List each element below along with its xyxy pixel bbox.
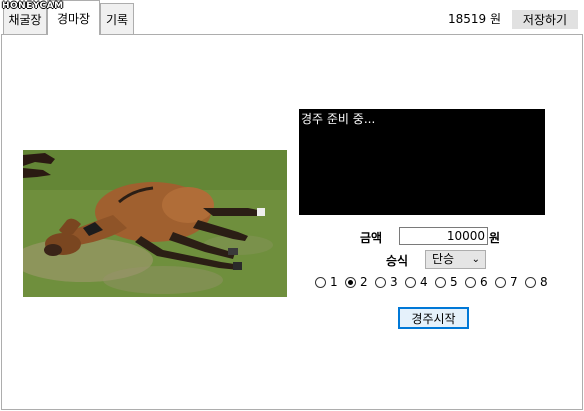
radio-circle-icon — [405, 276, 416, 288]
bet-type-select[interactable]: 단승 ⌄ — [425, 250, 486, 269]
horse-radio-label: 1 — [330, 275, 338, 289]
tab-records[interactable]: 기록 — [100, 3, 134, 34]
bet-type-value: 단승 — [432, 252, 455, 266]
horse-radio-label: 3 — [390, 275, 398, 289]
bet-type-label: 승식 — [386, 254, 409, 268]
horse-radio-label: 8 — [540, 275, 548, 289]
tab-horse-racing-label: 경마장 — [56, 11, 91, 26]
radio-circle-icon — [375, 276, 386, 288]
horse-radio-5[interactable]: 5 — [435, 275, 458, 289]
save-button[interactable]: 저장하기 — [512, 10, 578, 29]
horse-lying-image — [23, 150, 287, 297]
horse-radio-8[interactable]: 8 — [525, 275, 548, 289]
amount-unit: 원 — [489, 231, 501, 245]
horse-radio-6[interactable]: 6 — [465, 275, 488, 289]
race-status-text: 경주 준비 중... — [301, 112, 376, 126]
horse-radio-label: 7 — [510, 275, 518, 289]
horse-radio-label: 6 — [480, 275, 488, 289]
money-display: 18519 원 — [448, 12, 502, 26]
horse-radio-3[interactable]: 3 — [375, 275, 398, 289]
horse-radio-label: 2 — [360, 275, 368, 289]
radio-circle-icon — [495, 276, 506, 288]
amount-input[interactable] — [399, 227, 488, 245]
radio-circle-icon — [465, 276, 476, 288]
radio-circle-icon — [435, 276, 446, 288]
horse-radio-4[interactable]: 4 — [405, 275, 428, 289]
tab-records-label: 기록 — [105, 12, 129, 27]
radio-circle-icon — [525, 276, 536, 288]
horse-radio-2[interactable]: 2 — [345, 275, 368, 289]
start-race-button[interactable]: 경주시작 — [398, 307, 469, 329]
tab-mining-label: 채굴장 — [8, 12, 42, 27]
horse-radio-label: 5 — [450, 275, 458, 289]
chevron-down-icon: ⌄ — [471, 254, 480, 265]
watermark: HONEYCAM — [2, 1, 64, 11]
radio-circle-icon — [315, 276, 326, 288]
amount-label: 금액 — [360, 231, 383, 245]
horse-radio-7[interactable]: 7 — [495, 275, 518, 289]
radio-circle-icon — [345, 276, 356, 288]
horse-radio-1[interactable]: 1 — [315, 275, 338, 289]
horse-radio-label: 4 — [420, 275, 428, 289]
race-status-console: 경주 준비 중... — [299, 109, 545, 215]
